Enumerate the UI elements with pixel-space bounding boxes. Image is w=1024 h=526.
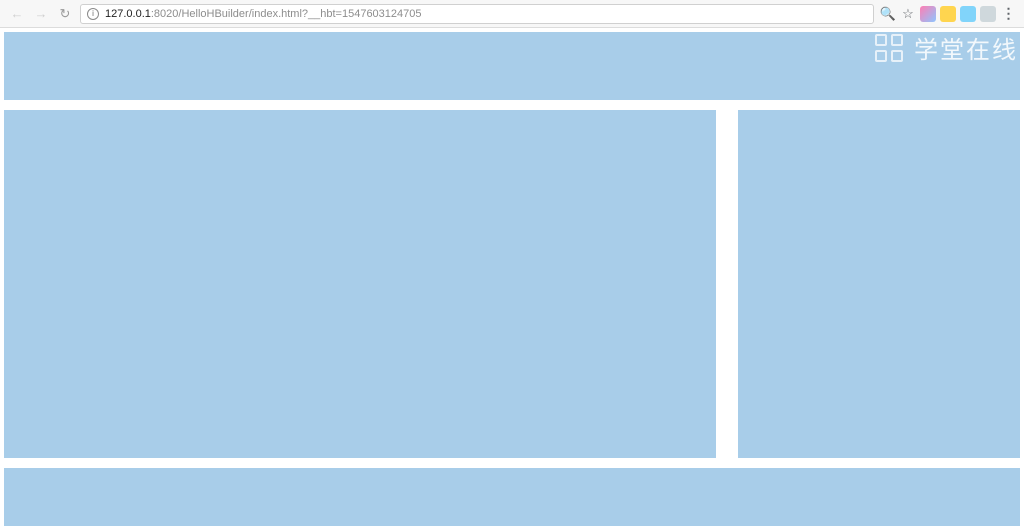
middle-row: [4, 110, 1020, 458]
forward-button[interactable]: →: [32, 5, 50, 23]
browser-toolbar: ← → ↻ i 127.0.0.1:8020/HelloHBuilder/ind…: [0, 0, 1024, 28]
zoom-icon[interactable]: 🔍: [880, 6, 896, 22]
back-button[interactable]: ←: [8, 5, 26, 23]
url-path: :8020/HelloHBuilder/index.html?__hbt=154…: [151, 8, 422, 20]
reload-button[interactable]: ↻: [56, 5, 74, 23]
site-info-icon[interactable]: i: [87, 8, 99, 20]
footer-block: [4, 468, 1020, 526]
page-layout: [0, 28, 1024, 526]
header-block: [4, 32, 1020, 100]
address-bar[interactable]: i 127.0.0.1:8020/HelloHBuilder/index.htm…: [80, 4, 874, 24]
extension-icon-4[interactable]: [980, 6, 996, 22]
sidebar-block: [738, 110, 1020, 458]
main-content-block: [4, 110, 716, 458]
url-text: 127.0.0.1:8020/HelloHBuilder/index.html?…: [105, 8, 422, 20]
page-viewport: 学堂在线: [0, 28, 1024, 526]
bookmark-star-icon[interactable]: ☆: [900, 6, 916, 22]
browser-menu-icon[interactable]: ⋮: [1000, 6, 1016, 22]
extension-icon-2[interactable]: [940, 6, 956, 22]
extension-icon-3[interactable]: [960, 6, 976, 22]
url-host: 127.0.0.1: [105, 8, 151, 20]
toolbar-right-icons: 🔍 ☆ ⋮: [880, 6, 1016, 22]
extension-icon-1[interactable]: [920, 6, 936, 22]
